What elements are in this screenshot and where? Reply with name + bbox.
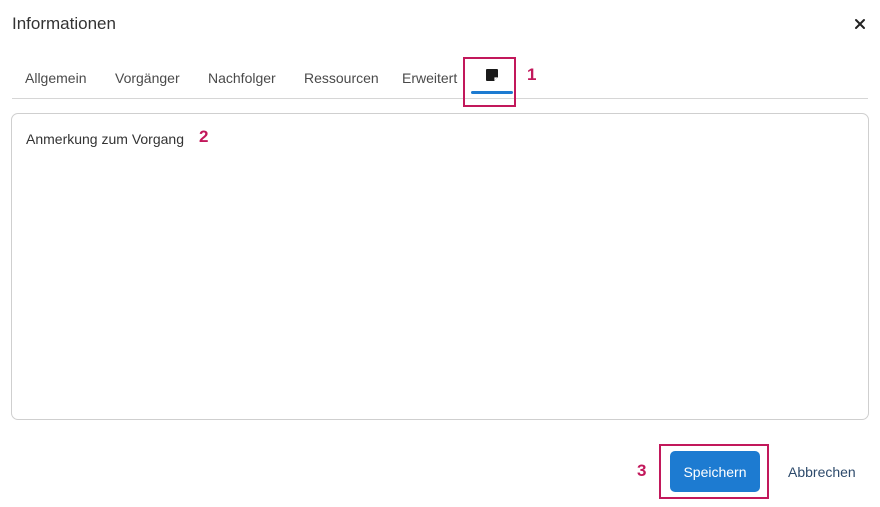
annotation-2: 2 <box>199 127 209 146</box>
tab-ressourcen[interactable]: Ressourcen <box>304 70 379 86</box>
annotation-3: 3 <box>637 461 647 480</box>
highlight-box-1 <box>463 57 516 107</box>
tab-vorgaenger[interactable]: Vorgänger <box>115 70 180 86</box>
tab-bar: Allgemein Vorgänger Nachfolger Ressource… <box>12 60 868 99</box>
close-button[interactable] <box>849 13 871 35</box>
cancel-button[interactable]: Abbrechen <box>788 464 856 480</box>
save-button[interactable]: Speichern <box>670 451 760 492</box>
tab-allgemein[interactable]: Allgemein <box>25 70 86 86</box>
note-value: Anmerkung zum Vorgang <box>26 131 184 147</box>
note-textarea[interactable]: Anmerkung zum Vorgang <box>11 113 869 420</box>
tab-bar-divider <box>12 98 868 99</box>
close-icon <box>855 19 865 29</box>
dialog-title: Informationen <box>12 14 116 33</box>
tab-nachfolger[interactable]: Nachfolger <box>208 70 276 86</box>
tab-erweitert[interactable]: Erweitert <box>402 70 457 86</box>
annotation-1: 1 <box>527 65 537 84</box>
